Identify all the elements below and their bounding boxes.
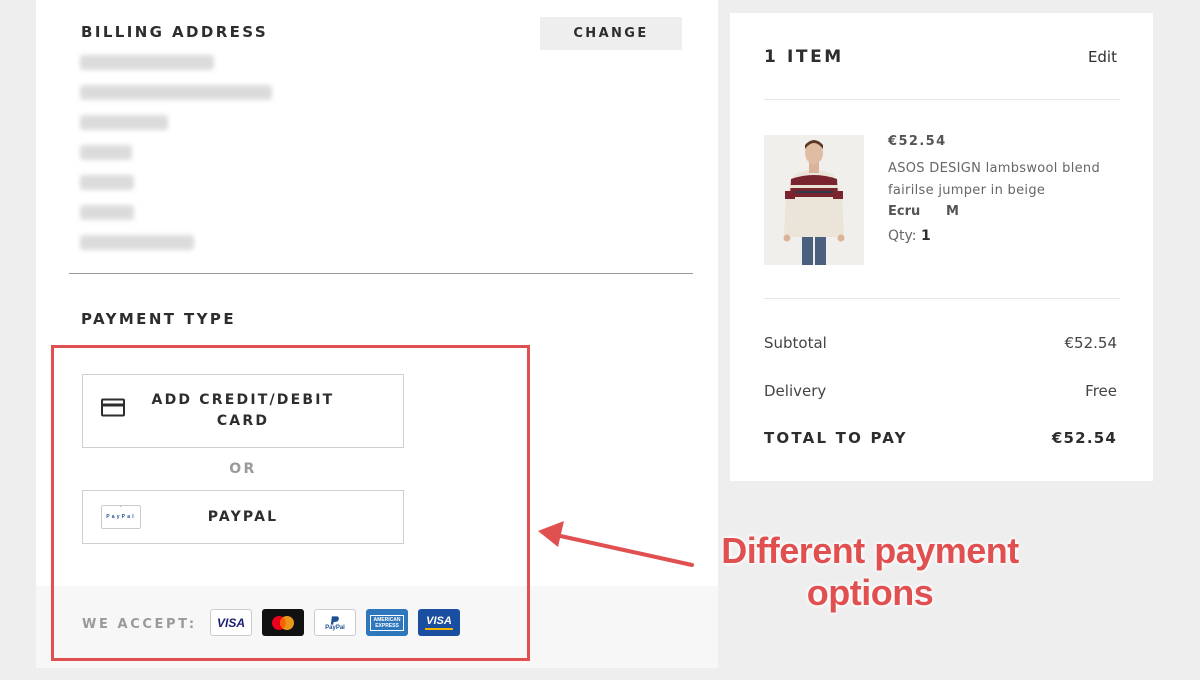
address-line-blurred <box>80 55 214 70</box>
product-image[interactable] <box>764 135 864 265</box>
address-line-blurred <box>80 235 194 250</box>
annotation-line2: options <box>806 572 934 613</box>
paypal-icon: PayPal <box>314 609 356 636</box>
product-colour: Ecru <box>888 204 921 219</box>
annotation-text: Different payment options <box>700 530 1040 614</box>
product-size: M <box>946 204 959 219</box>
address-line-blurred <box>80 175 134 190</box>
product-quantity: Qty: 1 <box>888 228 931 244</box>
paypal-label: PAYPAL <box>207 508 279 525</box>
add-card-label: ADD CREDIT/DEBIT CARD <box>152 390 335 432</box>
visa-logo-text: VISA <box>216 615 245 630</box>
product-name[interactable]: ASOS DESIGN lambswool blend fairilse jum… <box>888 158 1108 202</box>
or-separator: OR <box>229 461 257 477</box>
subtotal-label: Subtotal <box>764 334 827 352</box>
summary-divider <box>764 298 1120 299</box>
amex-icon: AMERICAN EXPRESS <box>366 609 408 636</box>
address-line-blurred <box>80 85 272 100</box>
qty-label: Qty: <box>888 228 917 244</box>
visa-electron-icon: VISA <box>418 609 460 636</box>
add-card-button[interactable]: ADD CREDIT/DEBIT CARD <box>82 374 404 448</box>
add-card-label-line2: CARD <box>216 413 270 429</box>
delivery-value: Free <box>1085 382 1117 400</box>
address-line-blurred <box>80 115 168 130</box>
address-line-blurred <box>80 205 134 220</box>
billing-address-heading: BILLING ADDRESS <box>81 23 269 41</box>
address-line-blurred <box>80 145 132 160</box>
section-divider <box>69 273 693 274</box>
delivery-label: Delivery <box>764 382 827 400</box>
paypal-icon: PayPal <box>101 505 141 529</box>
paypal-icon-text: PayPal <box>106 514 136 520</box>
item-count: 1 ITEM <box>764 47 844 67</box>
qty-value: 1 <box>920 228 931 244</box>
order-summary-panel: 1 ITEM Edit €52.54 ASOS DESIGN lambswool… <box>730 13 1153 481</box>
visa-icon: VISA <box>210 609 252 636</box>
payment-type-heading: PAYMENT TYPE <box>81 310 236 328</box>
total-label: TOTAL TO PAY <box>764 429 908 447</box>
product-price: €52.54 <box>888 134 947 149</box>
amex-logo-text: AMERICAN EXPRESS <box>370 614 404 631</box>
summary-divider <box>764 99 1120 100</box>
credit-card-icon <box>101 398 125 424</box>
mastercard-icon <box>262 609 304 636</box>
annotation-line1: Different payment <box>721 530 1019 571</box>
visa-electron-stripe <box>425 628 453 630</box>
subtotal-value: €52.54 <box>1064 334 1118 352</box>
paypal-button[interactable]: PayPal PAYPAL <box>82 490 404 544</box>
add-card-label-line1: ADD CREDIT/DEBIT <box>151 392 335 408</box>
change-address-button[interactable]: CHANGE <box>540 17 682 50</box>
edit-bag-link[interactable]: Edit <box>1088 48 1117 66</box>
paypal-logo-text: PayPal <box>325 624 345 631</box>
we-accept-label: WE ACCEPT: <box>82 617 197 632</box>
visa-electron-logo-text: VISA <box>426 615 452 627</box>
annotation-arrow-icon <box>538 521 694 567</box>
total-value: €52.54 <box>1051 429 1117 447</box>
